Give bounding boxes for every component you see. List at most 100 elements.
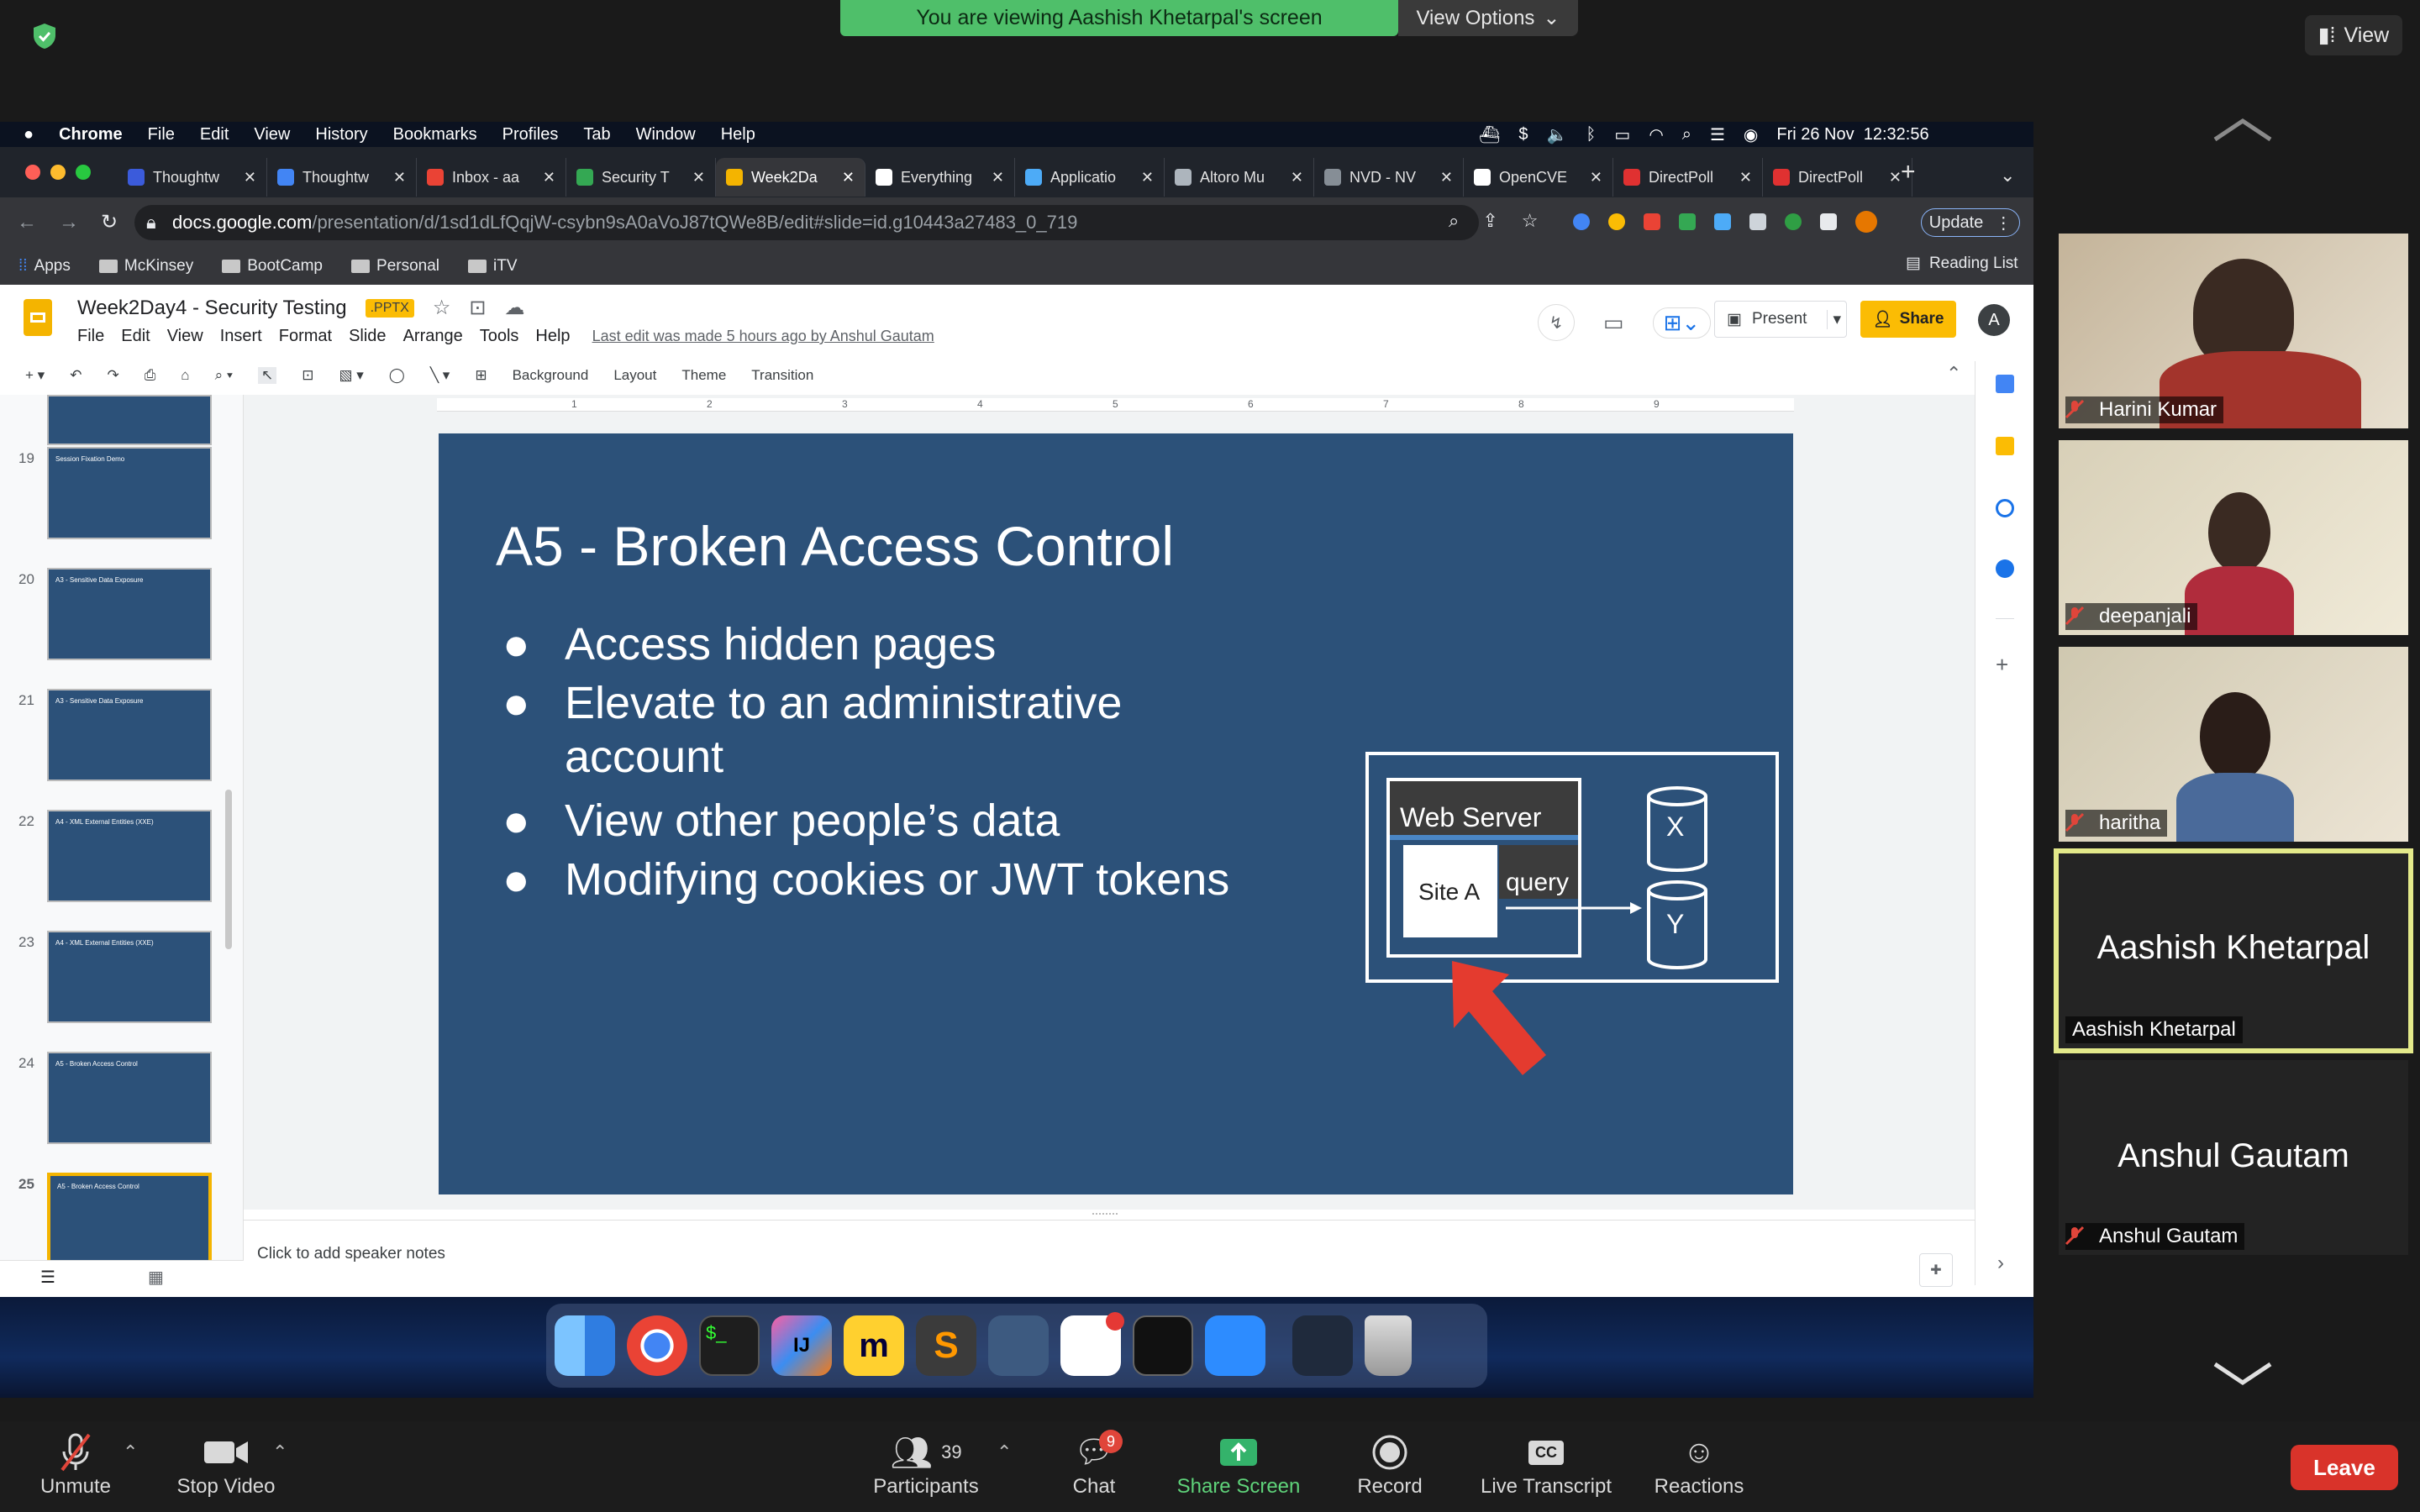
menu-history[interactable]: History <box>315 125 367 144</box>
browser-tab[interactable]: Everything ✕ <box>865 158 1015 197</box>
zoom-window-button[interactable] <box>76 165 91 180</box>
tasks-icon[interactable] <box>1996 499 2014 517</box>
docs-menu-insert[interactable]: Insert <box>220 327 262 346</box>
menu-file[interactable]: File <box>148 125 175 144</box>
star-icon[interactable]: ☆ <box>433 296 451 320</box>
last-edit-link[interactable]: Last edit was made 5 hours ago by Anshul… <box>592 328 934 345</box>
bookmark-apps[interactable]: ⁞⁞ Apps <box>18 257 71 276</box>
siri-icon[interactable]: ◉ <box>1744 124 1758 145</box>
slide-thumbnail[interactable]: A4 - XML External Entities (XXE) <box>47 810 212 902</box>
control-center-icon[interactable]: ☰ <box>1710 124 1725 145</box>
tab-close-icon[interactable]: ✕ <box>1590 169 1602 186</box>
wifi-icon[interactable]: ◠ <box>1649 124 1663 145</box>
battery-icon[interactable]: ▭ <box>1614 124 1630 145</box>
view-button[interactable]: ▮⁞ View <box>2305 15 2402 55</box>
menu-help[interactable]: Help <box>721 125 755 144</box>
filmstrip-scrollbar[interactable] <box>225 790 232 949</box>
resize-handle[interactable] <box>1092 1213 1118 1218</box>
address-bar[interactable]: 🔒︎ docs.google.com /presentation/d/1sd1d… <box>134 205 1479 240</box>
slide-thumbnail[interactable]: A5 - Broken Access Control <box>47 1052 212 1144</box>
docs-menu-slide[interactable]: Slide <box>349 327 386 346</box>
move-folder-icon[interactable]: ⊡ <box>469 296 486 320</box>
cloud-saved-icon[interactable]: ☁ <box>504 296 524 320</box>
menu-tab[interactable]: Tab <box>583 125 610 144</box>
menu-window[interactable]: Window <box>636 125 696 144</box>
collapse-toolbar-icon[interactable]: ⌃ <box>1946 363 1961 385</box>
browser-tab[interactable]: NVD - NV ✕ <box>1314 158 1464 197</box>
intellij-icon[interactable]: IJ <box>771 1315 832 1376</box>
slack-icon[interactable] <box>1060 1312 1124 1376</box>
extension-circle-icon[interactable] <box>1608 213 1625 230</box>
reload-icon[interactable]: ↻ <box>101 210 118 234</box>
share-screen-button[interactable]: Share Screen <box>1170 1430 1307 1499</box>
paint-format-icon[interactable]: ⌂ <box>181 367 189 384</box>
explore-icon[interactable]: ✚ <box>1919 1253 1953 1287</box>
reading-list-button[interactable]: ▤ Reading List <box>1906 254 2018 273</box>
docs-menu-format[interactable]: Format <box>279 327 332 346</box>
participant-tile[interactable]: haritha <box>2059 647 2408 842</box>
text-box-icon[interactable]: ⊡ <box>302 367 313 384</box>
extension-shield-icon[interactable] <box>1749 213 1766 230</box>
browser-tab[interactable]: Altoro Mu ✕ <box>1165 158 1314 197</box>
live-transcript-button[interactable]: CC Live Transcript <box>1472 1430 1620 1499</box>
docs-menu-help[interactable]: Help <box>535 327 570 346</box>
share-button[interactable]: 👤︎ Share <box>1860 301 1956 338</box>
extensions-puzzle-icon[interactable] <box>1820 213 1837 230</box>
line-icon[interactable]: ╲ ▾ <box>430 367 450 384</box>
expand-panel-icon[interactable]: › <box>1997 1252 2004 1275</box>
account-avatar[interactable]: A <box>1978 304 2010 336</box>
spotlight-icon[interactable]: ⌕ <box>1682 125 1691 144</box>
slide-thumbnail[interactable]: A3 - Sensitive Data Exposure <box>47 689 212 781</box>
docs-menu-edit[interactable]: Edit <box>121 327 150 346</box>
scroll-up-icon[interactable] <box>2213 118 2272 151</box>
contacts-icon[interactable] <box>1996 559 2014 578</box>
profile-avatar[interactable] <box>1855 211 1877 233</box>
slide-thumbnail[interactable]: Session Fixation Demo <box>47 447 212 539</box>
browser-tab[interactable]: Thoughtw ✕ <box>118 158 267 197</box>
tab-close-icon[interactable]: ✕ <box>992 169 1004 186</box>
new-slide-icon[interactable]: + ▾ <box>25 367 45 384</box>
forward-icon[interactable]: → <box>59 211 79 234</box>
image-icon[interactable]: ▧ ▾ <box>339 367 363 384</box>
view-options-button[interactable]: View Options ⌄ <box>1398 0 1578 36</box>
browser-tab[interactable]: Thoughtw ✕ <box>267 158 417 197</box>
browser-tab[interactable]: Inbox - aa ✕ <box>417 158 566 197</box>
browser-tab[interactable]: DirectPoll ✕ <box>1763 158 1912 197</box>
tab-close-icon[interactable]: ✕ <box>1440 169 1453 186</box>
present-button[interactable]: ▣ Present ▾ <box>1714 301 1847 338</box>
menu-edit[interactable]: Edit <box>200 125 229 144</box>
calendar-icon[interactable] <box>1996 375 2014 393</box>
scroll-down-icon[interactable] <box>2213 1361 2272 1394</box>
new-tab-button[interactable]: + <box>1901 158 1916 186</box>
participants-caret-icon[interactable]: ⌃ <box>997 1441 1012 1463</box>
extension-beta-icon[interactable] <box>1679 213 1696 230</box>
bookmark-itv[interactable]: iTV <box>468 257 518 276</box>
trash-icon[interactable] <box>1365 1315 1412 1376</box>
terminal-icon[interactable]: $_ <box>699 1315 760 1376</box>
finder-icon[interactable] <box>555 1315 615 1376</box>
dollar-icon[interactable]: $ <box>1518 125 1528 144</box>
zoom-select-icon[interactable]: ⌕ ▾ <box>215 367 233 384</box>
video-options-caret-icon[interactable]: ⌃ <box>272 1441 287 1463</box>
extension-leaf-icon[interactable] <box>1785 213 1802 230</box>
tab-close-icon[interactable]: ✕ <box>244 169 256 186</box>
close-window-button[interactable] <box>25 165 40 180</box>
select-cursor-icon[interactable]: ↖ <box>257 367 277 384</box>
participants-button[interactable]: 👥︎ 39 Participants <box>865 1430 986 1499</box>
tab-close-icon[interactable]: ✕ <box>393 169 406 186</box>
browser-tab[interactable]: Applicatio ✕ <box>1015 158 1165 197</box>
print-icon[interactable]: ⎙ <box>145 367 156 384</box>
tab-search-icon[interactable]: ⌄ <box>2000 165 2015 186</box>
leave-button[interactable]: Leave <box>2291 1445 2398 1490</box>
apple-icon[interactable]: ● <box>24 125 34 144</box>
audio-options-caret-icon[interactable]: ⌃ <box>123 1441 138 1463</box>
tab-close-icon[interactable]: ✕ <box>842 169 855 186</box>
minimize-window-button[interactable] <box>50 165 66 180</box>
reactions-button[interactable]: ☺ Reactions <box>1649 1430 1749 1499</box>
slide-thumbnail[interactable]: A4 - XML External Entities (XXE) <box>47 931 212 1023</box>
unmute-button[interactable]: Unmute <box>34 1430 118 1499</box>
add-addon-icon[interactable]: + <box>1996 652 2008 678</box>
activity-monitor-icon[interactable] <box>1133 1315 1193 1376</box>
menu-profiles[interactable]: Profiles <box>502 125 559 144</box>
menu-chrome[interactable]: Chrome <box>59 125 123 144</box>
